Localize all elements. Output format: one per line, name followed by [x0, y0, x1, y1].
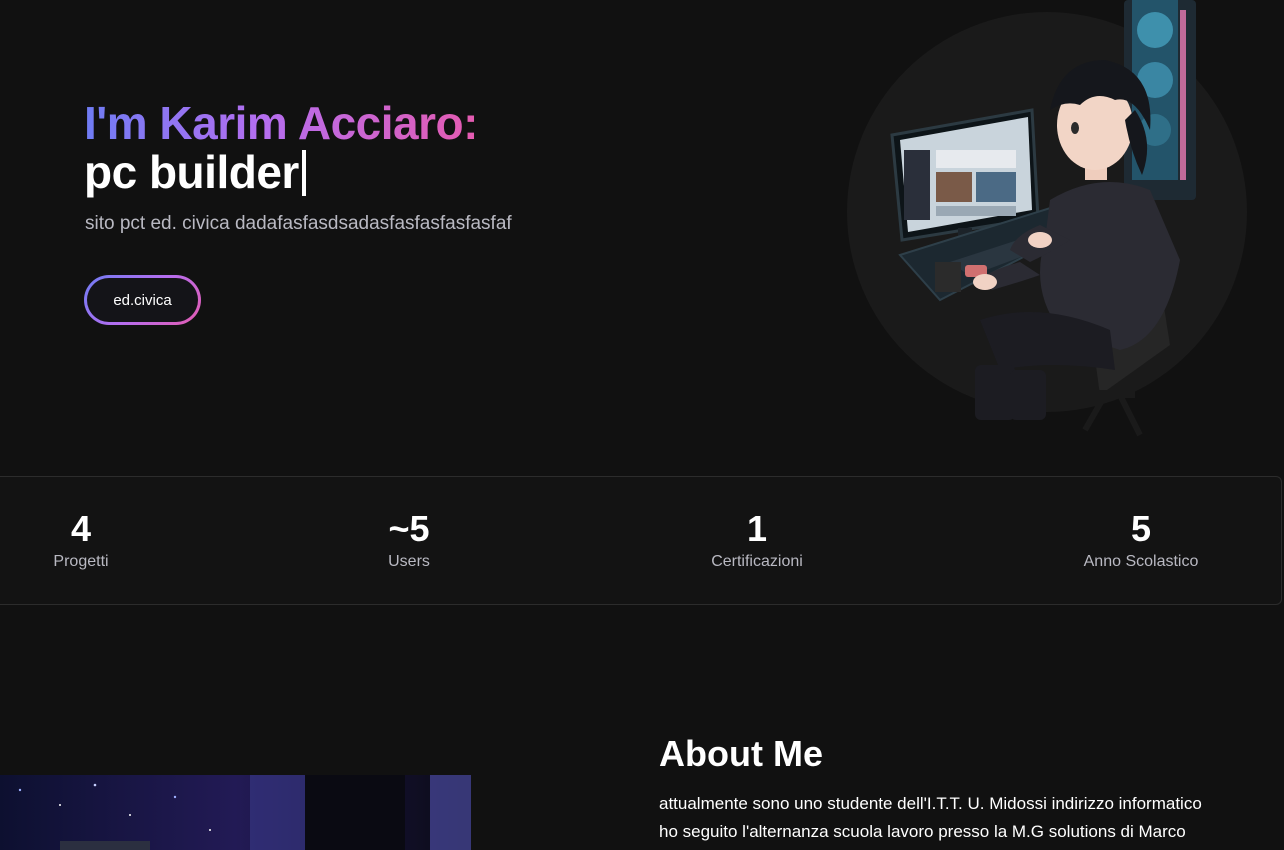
stat-value: 4 — [70, 508, 92, 549]
typing-caret — [301, 150, 306, 196]
hero-subtitle: sito pct ed. civica dadafasfasdsadasfasf… — [85, 213, 512, 234]
about-line: ho seguito l'alternanza scuola lavoro pr… — [659, 822, 1186, 841]
stat-label: Anno Scolastico — [1083, 553, 1199, 570]
about-line: attualmente sono uno studente dell'I.T.T… — [659, 794, 1202, 813]
stat-certificazioni: 1 Certificazioni — [711, 507, 803, 571]
hero-title-name: I'm Karim Acciaro: — [84, 97, 478, 149]
about-title: About Me — [659, 733, 823, 774]
about-photo — [0, 775, 471, 850]
about-text: attualmente sono uno studente dell'I.T.T… — [659, 790, 1284, 846]
stat-anno-scolastico: 5 Anno Scolastico — [1084, 507, 1199, 571]
stat-value: 5 — [1130, 508, 1152, 549]
stat-value: ~5 — [388, 508, 430, 549]
stat-users: ~5 Users — [388, 507, 430, 571]
ed-civica-button-label: ed.civica — [87, 278, 198, 322]
hero-role-text: pc builder — [84, 146, 299, 198]
ed-civica-button[interactable]: ed.civica — [84, 275, 201, 325]
stat-label: Certificazioni — [711, 553, 803, 570]
stat-label: Progetti — [53, 553, 109, 570]
page: I'm Karim Acciaro: pc builder sito pct e… — [0, 0, 1284, 850]
hero-title-role: pc builder — [84, 145, 306, 199]
stat-value: 1 — [746, 508, 768, 549]
stats-bar: 4 Progetti ~5 Users 1 Certificazioni 5 A… — [0, 476, 1282, 605]
stat-label: Users — [388, 553, 430, 570]
stat-progetti: 4 Progetti — [53, 507, 108, 571]
gamer-illustration — [890, 0, 1196, 437]
